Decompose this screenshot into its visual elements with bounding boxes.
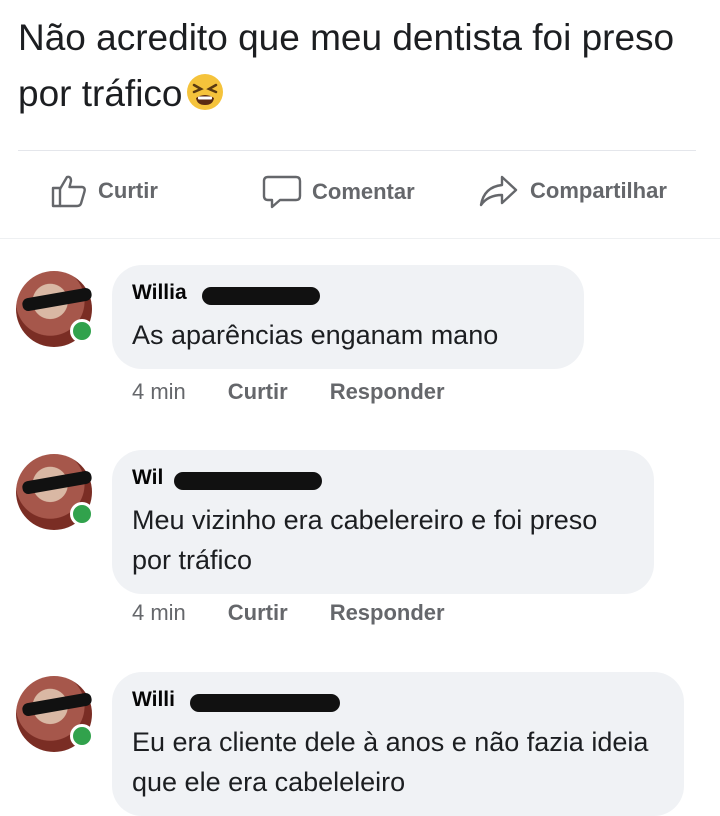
comment-bubble: Willi Eu era cliente dele à anos e não f…: [112, 672, 684, 816]
comment-bubble-icon: [262, 175, 302, 209]
comment-text: Eu era cliente dele à anos e não fazia i…: [132, 727, 649, 797]
redaction-bar: [21, 470, 93, 495]
thumbs-up-icon: [51, 175, 86, 208]
name-redaction: [174, 472, 322, 490]
comment-button[interactable]: Comentar: [262, 174, 415, 210]
comment-reply-link[interactable]: Responder: [330, 379, 445, 405]
commenter-name[interactable]: Willia: [132, 281, 562, 309]
commenter-name[interactable]: Willi: [132, 688, 662, 716]
comment-like-link[interactable]: Curtir: [228, 600, 288, 626]
divider: [18, 150, 696, 151]
name-redaction: [190, 694, 340, 712]
avatar[interactable]: [16, 676, 94, 752]
comment-like-link[interactable]: Curtir: [228, 379, 288, 405]
name-redaction: [202, 287, 320, 305]
avatar[interactable]: [16, 454, 94, 530]
redaction-bar: [21, 287, 93, 312]
comment-text: As aparências enganam mano: [132, 320, 499, 350]
like-button[interactable]: Curtir: [50, 174, 158, 208]
share-button[interactable]: Compartilhar: [478, 174, 667, 208]
comment-time: 4 min: [132, 379, 186, 404]
share-label: Compartilhar: [530, 178, 667, 203]
divider: [0, 238, 720, 239]
comment-bubble: Wil Meu vizinho era cabelereiro e foi pr…: [112, 450, 654, 594]
tired-face-emoji-icon: [186, 74, 223, 110]
post-body: Não acredito que meu dentista foi preso …: [18, 17, 675, 114]
comment-meta: 4 min Curtir Responder: [132, 600, 487, 626]
avatar[interactable]: [16, 271, 94, 347]
share-arrow-icon: [479, 175, 518, 207]
online-indicator: [70, 502, 94, 526]
comment-bubble: Willia As aparências enganam mano: [112, 265, 584, 369]
comment-time: 4 min: [132, 600, 186, 625]
comment-meta: 4 min Curtir Responder: [132, 379, 487, 405]
online-indicator: [70, 724, 94, 748]
comment-label: Comentar: [312, 179, 415, 204]
redaction-bar: [21, 692, 93, 717]
commenter-name[interactable]: Wil: [132, 466, 632, 494]
like-label: Curtir: [98, 178, 158, 203]
post-actions: Curtir Comentar Compartilhar: [0, 160, 720, 230]
comment-text: Meu vizinho era cabelereiro e foi preso …: [132, 505, 598, 575]
online-indicator: [70, 319, 94, 343]
post-text: Não acredito que meu dentista foi preso …: [18, 10, 698, 122]
comment-reply-link[interactable]: Responder: [330, 600, 445, 626]
